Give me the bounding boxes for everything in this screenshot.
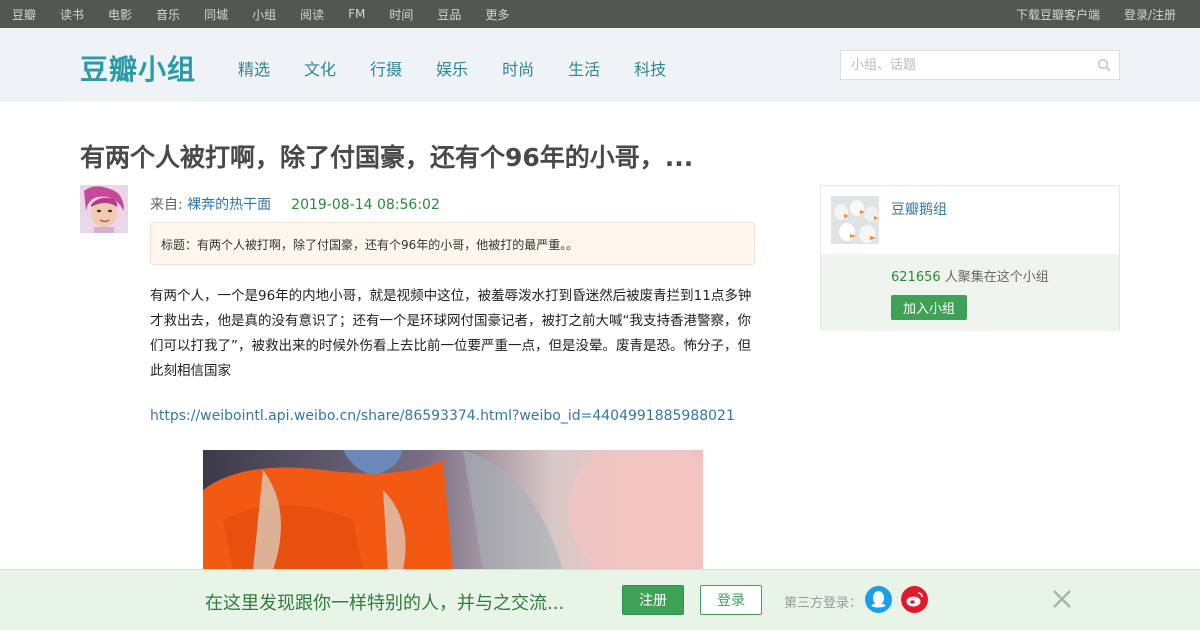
from-label: 来自: [150, 197, 188, 213]
download-app-link[interactable]: 下载豆瓣客户端 [1016, 6, 1100, 23]
member-count-suffix: 人聚集在这个小组 [940, 270, 1049, 285]
site-nav-link[interactable]: 更多 [485, 6, 509, 23]
signup-promo-bar: 在这里发现跟你一样特别的人，并与之交流... 注册 登录 第三方登录： [0, 569, 1200, 630]
site-nav-link[interactable]: 读书 [60, 6, 84, 23]
site-nav: 豆瓣 读书 电影 音乐 同城 小组 阅读 FM 时间 豆品 更多 [12, 0, 533, 28]
group-nav-tab[interactable]: 生活 [568, 56, 600, 80]
group-nav: 精选 文化 行摄 娱乐 时尚 生活 科技 [238, 56, 700, 80]
site-nav-link[interactable]: 豆品 [437, 6, 461, 23]
post-title: 有两个人被打啊，除了付国豪，还有个96年的小哥，... [80, 143, 694, 172]
group-nav-tab[interactable]: 时尚 [502, 56, 534, 80]
group-nav-tab[interactable]: 行摄 [370, 56, 402, 80]
register-button[interactable]: 注册 [622, 585, 684, 615]
group-logo[interactable]: 豆瓣小组 [80, 48, 196, 88]
site-nav-link[interactable]: FM [348, 7, 365, 21]
weibo-login-icon[interactable] [901, 586, 928, 613]
close-icon[interactable] [1049, 586, 1075, 612]
login-register-link[interactable]: 登录/注册 [1124, 6, 1176, 23]
global-topbar: 豆瓣 读书 电影 音乐 同城 小组 阅读 FM 时间 豆品 更多 下载豆瓣客户端 登录/注册 [0, 0, 1200, 28]
qq-login-icon[interactable] [865, 586, 892, 613]
search-box [840, 50, 1120, 80]
search-input[interactable] [841, 51, 1081, 79]
site-nav-link[interactable]: 小组 [252, 6, 276, 23]
group-header: 豆瓣小组 精选 文化 行摄 娱乐 时尚 生活 科技 [0, 28, 1200, 102]
group-name-link[interactable]: 豆瓣鹅组 [891, 199, 947, 219]
author-avatar[interactable] [80, 185, 128, 233]
group-nav-tab[interactable]: 文化 [304, 56, 336, 80]
site-nav-link[interactable]: 豆瓣 [12, 6, 36, 23]
group-nav-tab[interactable]: 娱乐 [436, 56, 468, 80]
post-content: 有两个人，一个是96年的内地小哥，就是视频中这位，被羞辱泼水打到昏迷然后被废青拦… [150, 288, 752, 379]
site-nav-link[interactable]: 音乐 [156, 6, 180, 23]
post-subject: 标题：有两个人被打啊，除了付国豪，还有个96年的小哥，他被打的最严重。。 [150, 222, 755, 265]
group-nav-tab[interactable]: 科技 [634, 56, 666, 80]
group-thumbnail[interactable] [831, 196, 879, 244]
post-image[interactable] [203, 450, 703, 570]
topbar-right: 下载豆瓣客户端 登录/注册 [992, 0, 1176, 28]
member-count-value: 621656 [891, 270, 941, 285]
member-count: 621656 人聚集在这个小组 [891, 266, 1049, 285]
post-date: 2019-08-14 08:56:02 [291, 197, 440, 213]
weibo-link[interactable]: https://weibointl.api.weibo.cn/share/865… [150, 408, 735, 424]
site-nav-link[interactable]: 电影 [108, 6, 132, 23]
login-button[interactable]: 登录 [700, 585, 762, 615]
author-link[interactable]: 裸奔的热干面 [187, 197, 271, 213]
group-stats: 621656 人聚集在这个小组 加入小组 [821, 254, 1119, 331]
group-card: 豆瓣鹅组 621656 人聚集在这个小组 加入小组 [820, 185, 1120, 331]
group-nav-tab[interactable]: 精选 [238, 56, 270, 80]
site-nav-link[interactable]: 同城 [204, 6, 228, 23]
third-party-login-label: 第三方登录： [784, 596, 863, 611]
site-nav-link[interactable]: 阅读 [300, 6, 324, 23]
join-group-button[interactable]: 加入小组 [891, 295, 967, 320]
promo-slogan: 在这里发现跟你一样特别的人，并与之交流... [205, 593, 565, 614]
site-nav-link[interactable]: 时间 [389, 6, 413, 23]
search-icon[interactable] [1097, 58, 1111, 72]
post-meta: 来自: 裸奔的热干面 2019-08-14 08:56:02 [150, 194, 440, 214]
